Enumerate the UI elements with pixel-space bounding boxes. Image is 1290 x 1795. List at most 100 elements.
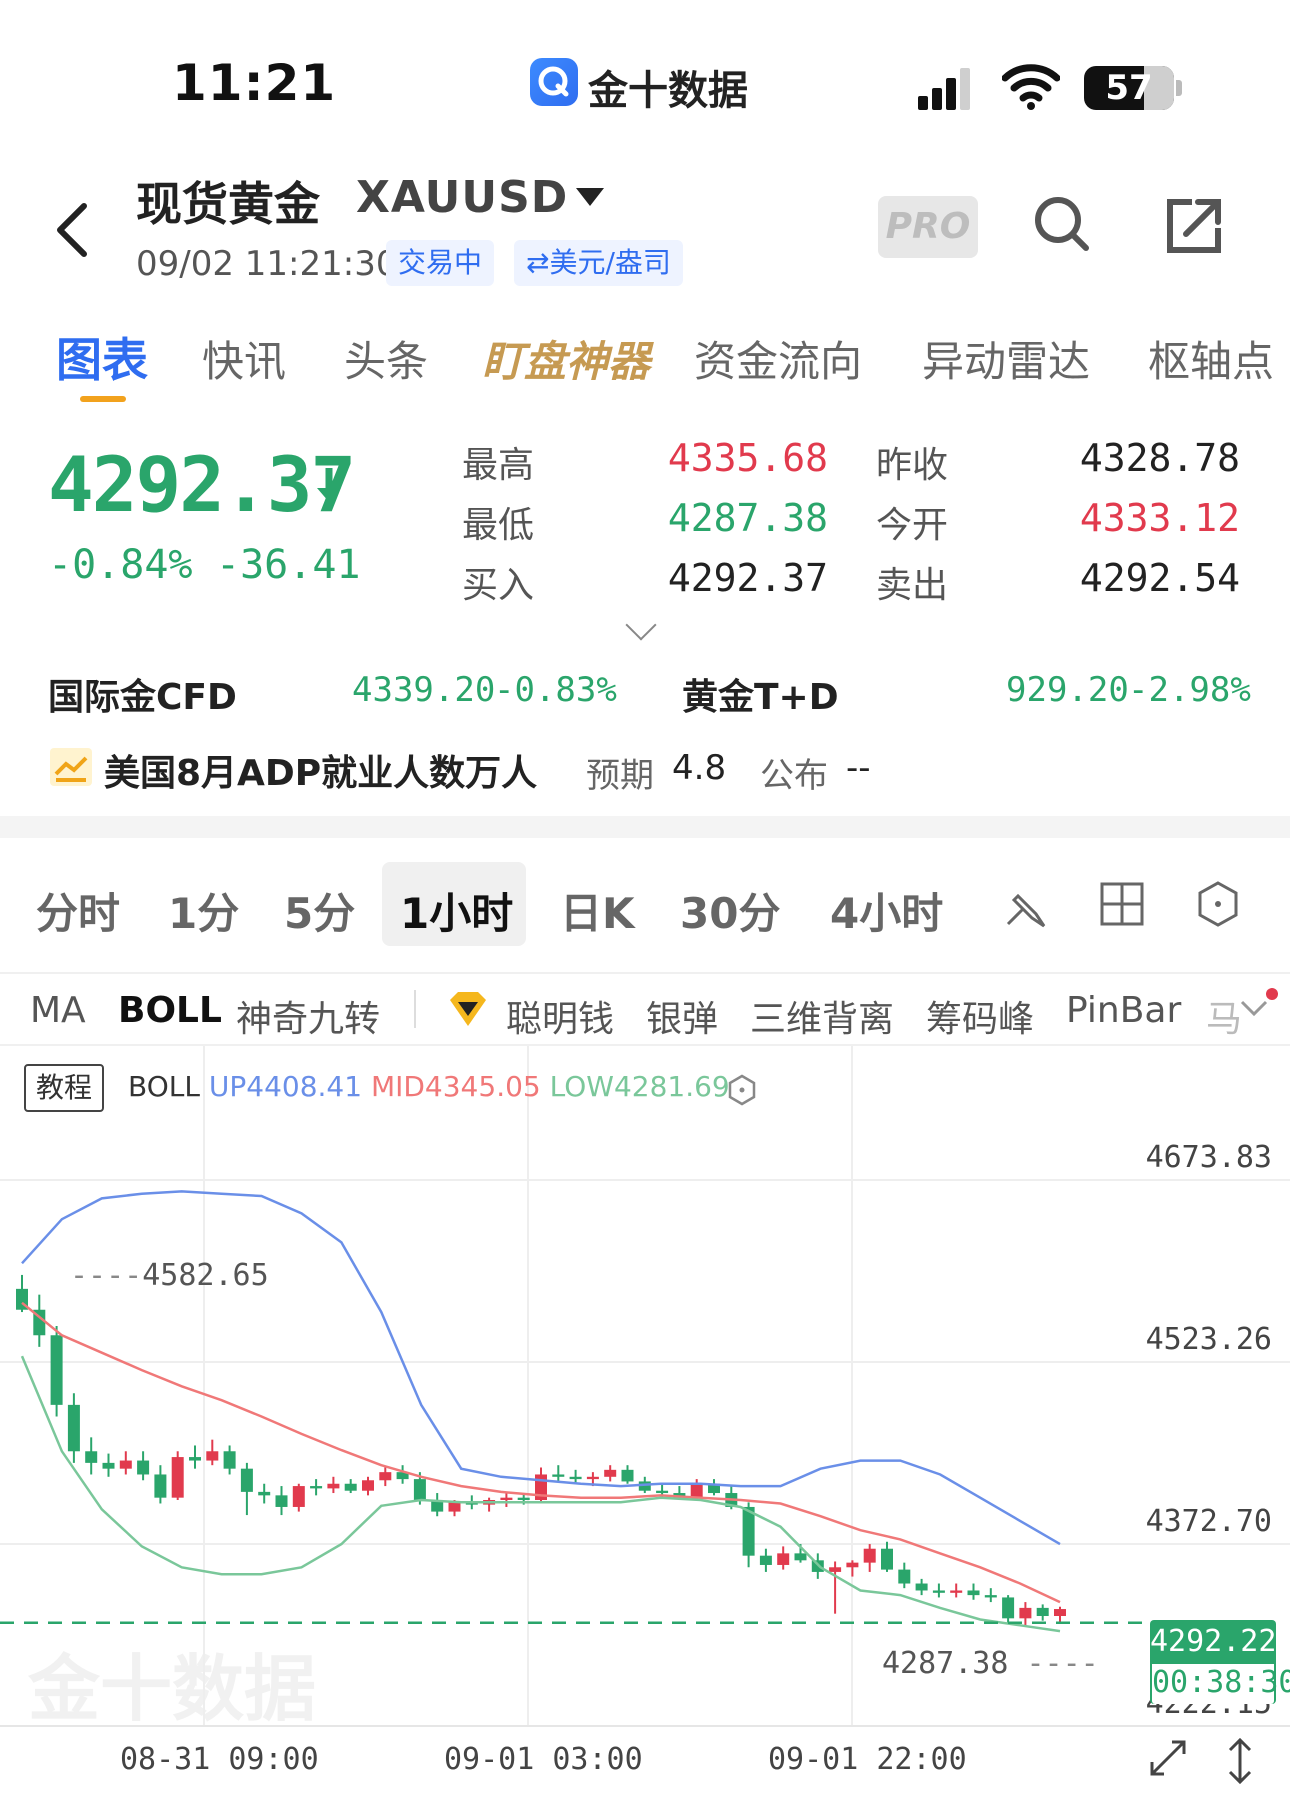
candle-body — [240, 1468, 253, 1492]
tab-headlines[interactable]: 头条 — [344, 328, 428, 389]
candle-body — [500, 1497, 513, 1500]
candle-body — [258, 1491, 271, 1496]
candle-body — [102, 1462, 115, 1469]
indicator-expand-icon[interactable] — [1236, 994, 1272, 1026]
fullscreen-icon[interactable] — [1146, 1736, 1190, 1784]
indicator-settings-icon[interactable] — [726, 1074, 758, 1110]
battery-level: 57 — [1105, 68, 1153, 108]
high-label: 最高 — [462, 445, 535, 486]
status-time: 11:21 — [172, 54, 337, 112]
indicator-separator — [414, 990, 416, 1028]
candle-body — [137, 1460, 150, 1475]
interval-tab-4h[interactable]: 4小时 — [830, 880, 943, 941]
instrument-dropdown-icon[interactable] — [576, 188, 604, 206]
tab-pivot-points[interactable]: 枢轴点 — [1148, 328, 1274, 389]
high-value: 4335.68 — [667, 436, 828, 480]
interval-tab-1d[interactable]: 日K — [560, 880, 635, 941]
y-axis-label-1: 4673.83 — [1145, 1140, 1272, 1175]
share-icon[interactable] — [1162, 194, 1226, 262]
candle-body — [275, 1495, 288, 1507]
section-divider — [0, 816, 1290, 838]
x-axis-label-1: 08-31 09:00 — [120, 1742, 319, 1777]
candle-body — [950, 1590, 963, 1593]
prev-close-label: 昨收 — [876, 445, 949, 486]
tutorial-button[interactable]: 教程 — [24, 1064, 104, 1112]
layout-grid-icon[interactable] — [1098, 880, 1146, 928]
x-axis-label-2: 09-01 03:00 — [444, 1742, 643, 1777]
candle-body — [448, 1502, 461, 1512]
high-marker-value: 4582.65 — [142, 1258, 269, 1293]
diamond-vip-icon — [446, 990, 490, 1034]
interval-tab-30m[interactable]: 30分 — [680, 880, 780, 941]
indicator-ma[interactable]: MA — [30, 990, 86, 1031]
pro-button[interactable]: PRO — [878, 196, 978, 258]
draw-tool-icon[interactable] — [1000, 880, 1048, 928]
interval-divider — [0, 972, 1290, 974]
settings-hexagon-icon[interactable] — [1194, 880, 1242, 928]
battery-nub — [1176, 80, 1182, 96]
y-axis-label-2: 4523.26 — [1145, 1322, 1272, 1357]
tab-chart[interactable]: 图表 — [56, 324, 148, 390]
tab-flash-news[interactable]: 快讯 — [202, 328, 286, 389]
indicator-boll[interactable]: BOLL — [118, 990, 222, 1031]
wifi-icon — [1001, 62, 1061, 114]
candle-body — [863, 1548, 876, 1563]
related-td-name[interactable]: 黄金T+D — [682, 668, 839, 720]
bid-label: 买入 — [462, 565, 535, 606]
candle-body — [881, 1548, 893, 1570]
search-icon[interactable] — [1030, 192, 1094, 260]
tab-watch-tool[interactable]: 盯盘神器 — [482, 328, 650, 389]
boll-middle: MID4345.05 — [370, 1070, 541, 1103]
candle-body — [292, 1486, 305, 1507]
candle-body — [932, 1590, 945, 1593]
vertical-scale-icon[interactable] — [1222, 1736, 1258, 1790]
indicator-divergence[interactable]: 三维背离 — [750, 990, 894, 1042]
low-marker: 4287.38 ---- — [882, 1646, 1099, 1681]
instrument-title[interactable]: 现货黄金 — [136, 168, 320, 234]
tab-anomaly-radar[interactable]: 异动雷达 — [922, 328, 1090, 389]
cellular-signal-icon — [918, 64, 974, 110]
candle-body — [223, 1451, 236, 1469]
candle-body — [50, 1335, 63, 1405]
candle-body — [67, 1404, 80, 1452]
candle-body — [898, 1569, 911, 1584]
candle-body — [189, 1457, 201, 1461]
interval-tab-1m[interactable]: 1分 — [168, 880, 239, 941]
candle-body — [586, 1476, 599, 1480]
candle-body — [759, 1555, 772, 1565]
related-cfd-name[interactable]: 国际金CFD — [48, 668, 237, 720]
event-actual-value: -- — [846, 748, 871, 788]
interval-tab-1h[interactable]: 1小时 — [400, 880, 513, 941]
expand-quote-chevron-icon[interactable] — [625, 609, 657, 641]
ask-label: 卖出 — [876, 565, 949, 606]
candle-body — [777, 1553, 790, 1565]
instrument-ticker[interactable]: XAUUSD — [356, 172, 568, 223]
economic-calendar-icon — [50, 748, 92, 786]
change-percent: -0.84% — [48, 542, 193, 588]
boll-upper: UP4408.41 — [208, 1070, 363, 1103]
event-title[interactable]: 美国8月ADP就业人数万人 — [104, 744, 537, 796]
candle-countdown: 00:38:30 — [1152, 1664, 1290, 1704]
tab-capital-flow[interactable]: 资金流向 — [694, 328, 862, 389]
high-marker: ----4582.65 — [70, 1258, 269, 1293]
interval-tab-tick[interactable]: 分时 — [36, 880, 120, 941]
indicator-chip-peak[interactable]: 筹码峰 — [926, 990, 1034, 1042]
candle-body — [119, 1460, 132, 1469]
candle-body — [846, 1562, 859, 1568]
indicator-pinbar[interactable]: PinBar — [1066, 990, 1181, 1031]
indicator-silver-bullet[interactable]: 银弹 — [646, 990, 718, 1042]
back-button[interactable] — [52, 200, 92, 271]
interval-tab-5m[interactable]: 5分 — [284, 880, 355, 941]
event-forecast-value: 4.8 — [672, 748, 727, 788]
candle-body — [1036, 1607, 1049, 1617]
unit-switch-badge[interactable]: ⇄美元/盎司 — [514, 240, 683, 286]
boll-lower: LOW4281.69 — [549, 1070, 730, 1103]
indicator-smart-money[interactable]: 聪明钱 — [506, 990, 614, 1042]
app-logo-icon — [530, 58, 578, 106]
indicator-nine-turn[interactable]: 神奇九转 — [236, 990, 380, 1042]
related-td-price: 929.20 — [1006, 670, 1129, 710]
candle-body — [552, 1474, 565, 1477]
open-label: 今开 — [876, 505, 949, 546]
candle-body — [829, 1567, 842, 1572]
last-price-tag-value: 4292.22 — [1150, 1624, 1277, 1659]
